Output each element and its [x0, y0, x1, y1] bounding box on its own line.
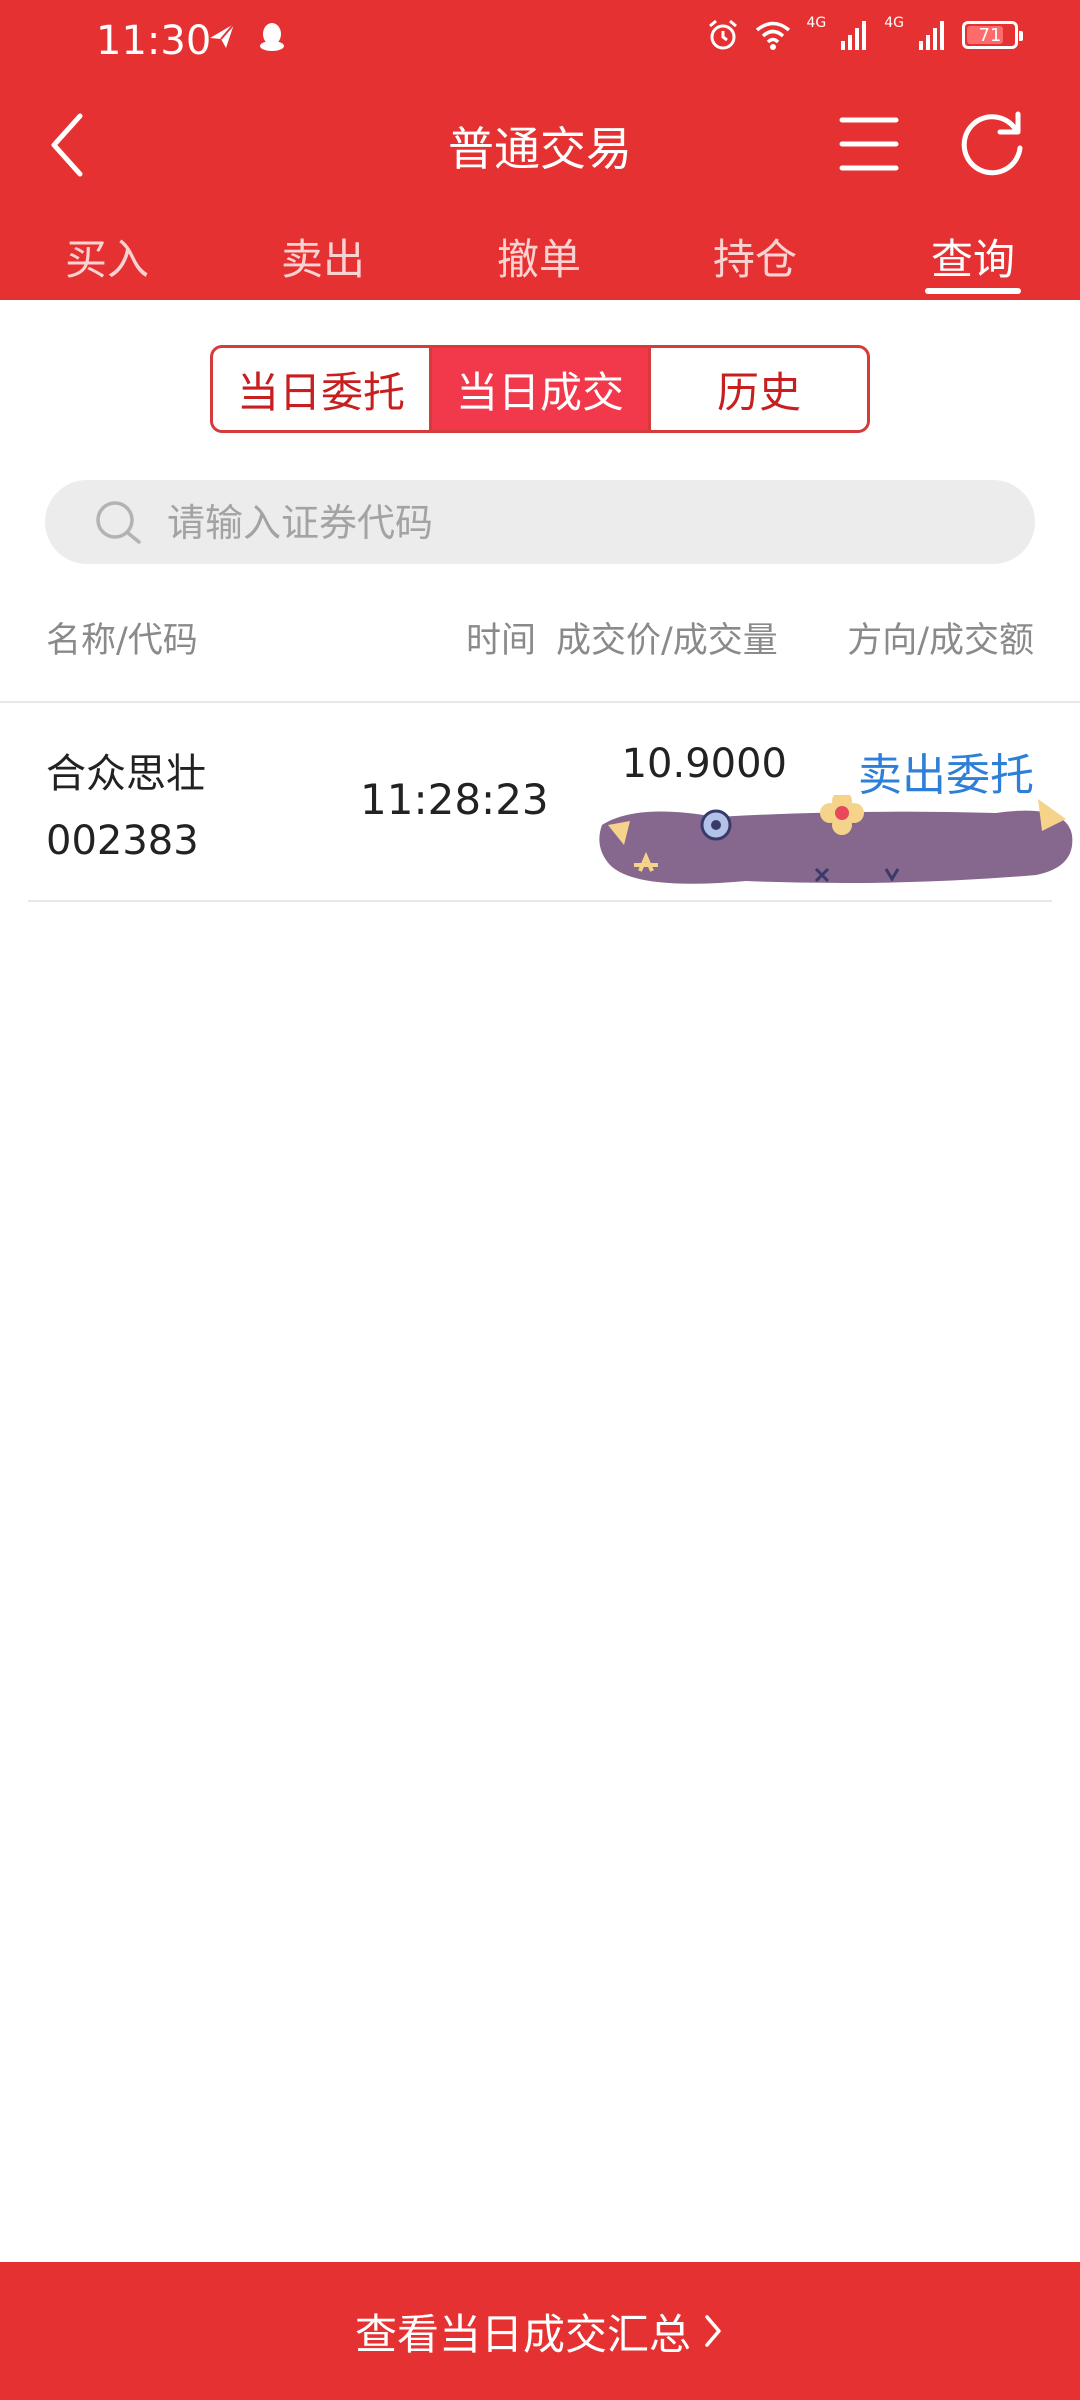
menu-icon[interactable] — [838, 114, 900, 174]
status-left-icons — [206, 20, 288, 54]
tab-sell[interactable]: 卖出 — [258, 226, 388, 287]
alarm-icon — [709, 19, 738, 50]
paper-plane-icon — [210, 23, 235, 48]
qq-penguin-icon — [260, 23, 284, 51]
network-label: 4G — [806, 15, 827, 31]
row-divider — [28, 900, 1052, 902]
segment-today-trades[interactable]: 当日成交 — [432, 348, 651, 430]
trade-direction: 卖出委托 — [858, 750, 1034, 801]
status-time: 11:30 — [96, 18, 212, 64]
column-header-time: 时间 — [466, 621, 537, 661]
stock-name: 合众思壮 — [46, 751, 206, 797]
stock-code: 002383 — [46, 818, 199, 864]
tab-positions[interactable]: 持仓 — [690, 226, 820, 287]
signal-4g-icon — [841, 21, 867, 50]
tab-bar: 买入 卖出 撤单 持仓 查询 — [0, 226, 1080, 300]
view-trade-summary-button[interactable]: 查看当日成交汇总 — [0, 2262, 1080, 2400]
search-input[interactable] — [165, 480, 1009, 566]
active-tab-indicator — [925, 288, 1021, 294]
trade-price: 10.9000 — [621, 741, 787, 787]
signal-4g-icon — [919, 21, 944, 50]
network-label: 4G — [884, 15, 904, 31]
redaction-sticker — [599, 795, 1073, 884]
wifi-icon — [756, 21, 791, 50]
search-bar[interactable] — [45, 480, 1035, 566]
search-icon — [96, 501, 141, 544]
column-header-direction-amount: 方向/成交额 — [847, 621, 1034, 661]
column-header-price-volume: 成交价/成交量 — [556, 621, 778, 661]
query-segmented-control: 当日委托 当日成交 历史 — [210, 345, 870, 433]
page-title: 普通交易 — [448, 122, 632, 176]
view-trade-summary-label: 查看当日成交汇总 — [354, 2309, 691, 2359]
tab-buy[interactable]: 买入 — [42, 226, 172, 287]
column-header-name-code: 名称/代码 — [46, 621, 198, 661]
tab-cancel-order[interactable]: 撤单 — [474, 226, 604, 287]
segment-history[interactable]: 历史 — [651, 348, 867, 430]
tab-query[interactable]: 查询 — [908, 226, 1038, 287]
segment-today-orders[interactable]: 当日委托 — [213, 348, 432, 430]
chevron-right-icon — [705, 2315, 721, 2347]
status-right-icons: 4G 4G 71 — [706, 15, 1023, 52]
table-row[interactable]: 合众思壮 002383 11:28:23 10.9000 卖出委托 — [0, 703, 1080, 903]
refresh-icon[interactable] — [956, 108, 1028, 180]
trade-time: 11:28:23 — [360, 775, 549, 824]
battery-level: 71 — [978, 24, 1002, 46]
battery-icon: 71 — [962, 21, 1023, 49]
